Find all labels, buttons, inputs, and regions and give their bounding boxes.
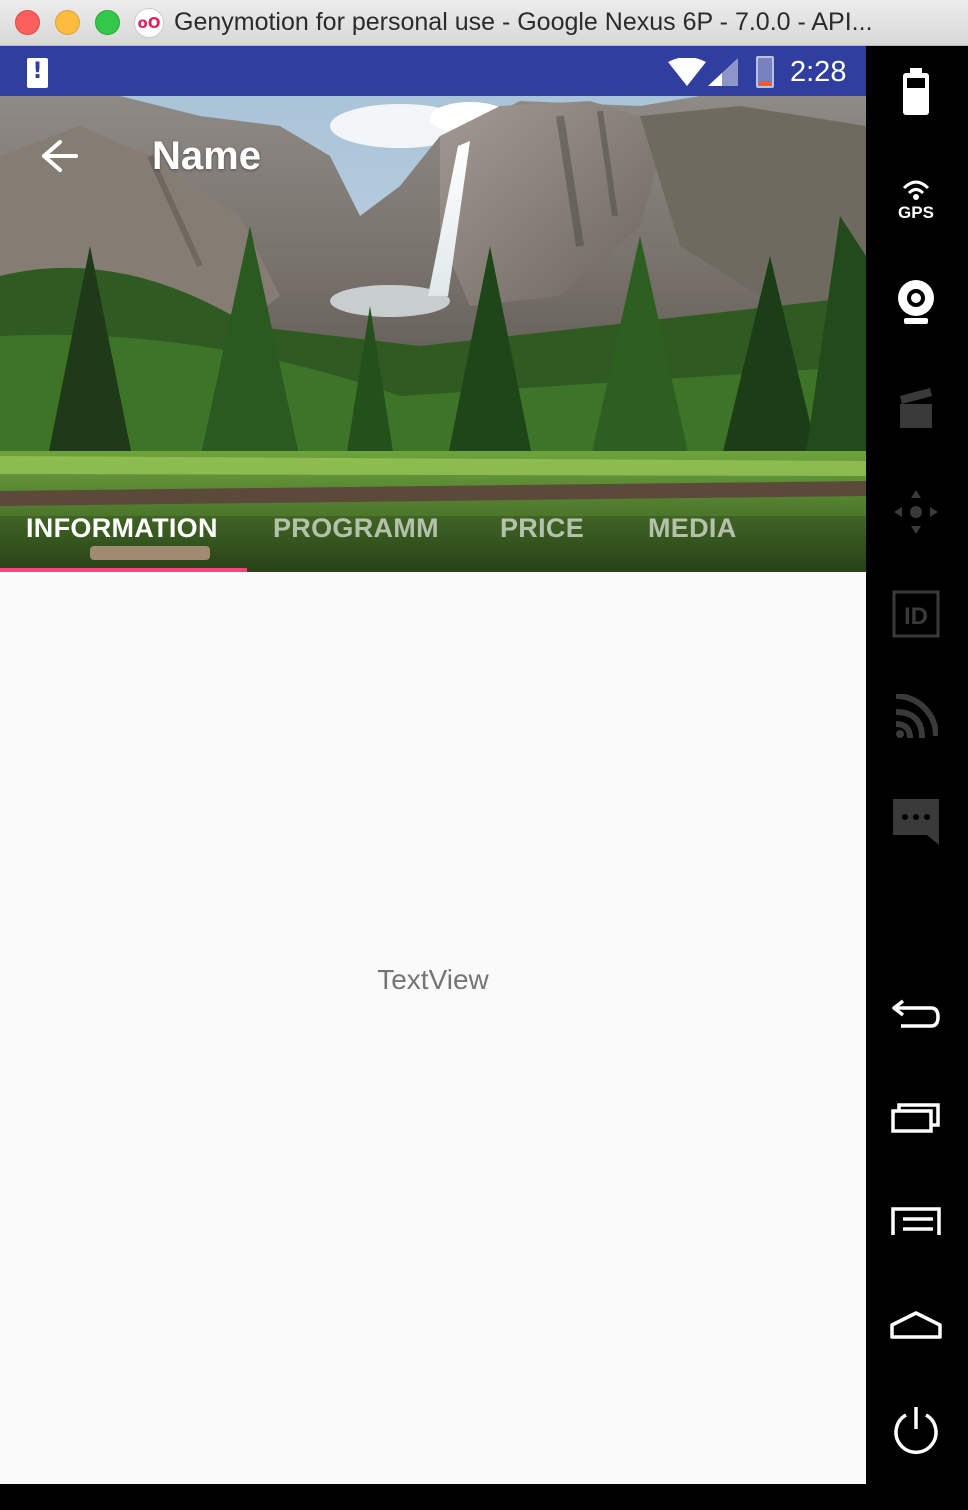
window-titlebar: oO Genymotion for personal use - Google …: [0, 0, 968, 46]
genymotion-app-icon: oO: [134, 8, 164, 38]
video-capture-widget-icon[interactable]: [888, 380, 944, 436]
device-screen: 2:28: [0, 46, 866, 1484]
active-tab-indicator: [0, 568, 247, 572]
close-window-button[interactable]: [15, 10, 40, 35]
device-id-widget-icon[interactable]: ID: [888, 586, 944, 642]
header-image: Name INFORMATION PROGRAMM PRICE MEDIA: [0, 96, 866, 572]
dpad-widget-icon[interactable]: [888, 484, 944, 540]
toolbar-title: Name: [152, 134, 261, 178]
cast-widget-icon[interactable]: [888, 688, 944, 744]
battery-low-icon: [756, 56, 774, 88]
tab-information[interactable]: INFORMATION: [26, 492, 218, 568]
tab-media[interactable]: MEDIA: [648, 492, 737, 568]
wifi-icon: [668, 58, 706, 86]
power-button-icon[interactable]: [888, 1402, 944, 1458]
svg-text:GPS: GPS: [898, 203, 934, 220]
menu-nav-icon[interactable]: [888, 1194, 944, 1250]
back-arrow-icon[interactable]: [30, 134, 90, 178]
minimize-window-button[interactable]: [55, 10, 80, 35]
zoom-window-button[interactable]: [95, 10, 120, 35]
tab-price[interactable]: PRICE: [500, 492, 584, 568]
battery-widget-icon[interactable]: [888, 64, 944, 120]
tab-programm[interactable]: PROGRAMM: [273, 492, 439, 568]
screen-bottom-edge: [0, 1484, 866, 1510]
content-textview: TextView: [377, 964, 489, 995]
home-nav-icon[interactable]: [888, 1298, 944, 1354]
gps-widget-icon[interactable]: GPS: [888, 170, 944, 226]
recent-apps-nav-icon[interactable]: [888, 1090, 944, 1146]
sms-widget-icon[interactable]: [888, 794, 944, 850]
svg-text:ID: ID: [904, 603, 928, 630]
window-title: Genymotion for personal use - Google Nex…: [174, 8, 873, 36]
back-nav-icon[interactable]: [888, 986, 944, 1042]
status-bar: 2:28: [0, 46, 866, 96]
genymotion-sidebar: GPS ID: [866, 46, 968, 1510]
alert-notification-icon: [27, 58, 48, 88]
camera-widget-icon[interactable]: [888, 274, 944, 330]
tab-bar: INFORMATION PROGRAMM PRICE MEDIA: [0, 492, 866, 572]
cell-signal-icon: [708, 58, 738, 86]
status-clock: 2:28: [790, 56, 847, 88]
